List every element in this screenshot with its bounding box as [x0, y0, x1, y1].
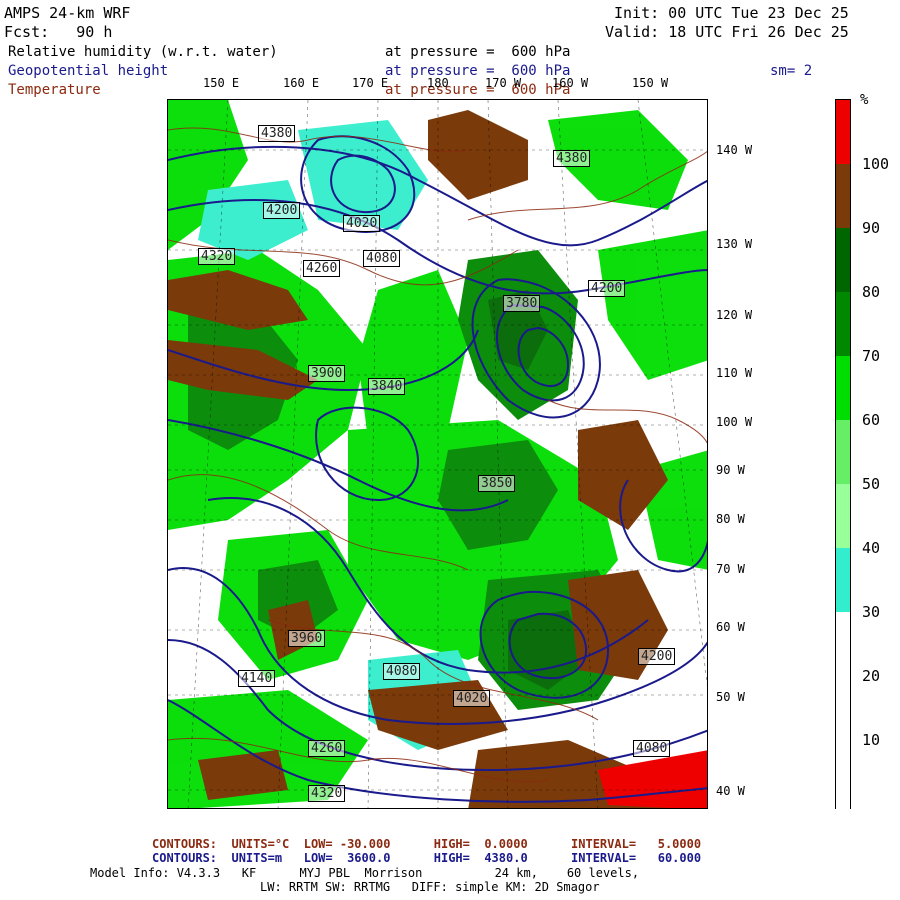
valid-time: Valid: 18 UTC Fri 26 Dec 25 [605, 23, 849, 41]
lon-label-right: 110 W [716, 366, 753, 380]
colorbar-unit: % [860, 92, 869, 108]
height-label: 4200 [588, 280, 626, 297]
map-fields [168, 100, 707, 808]
lon-label-top: 160 E [283, 76, 320, 90]
height-label: 4380 [258, 125, 296, 142]
colorbar-segment [836, 100, 850, 164]
lon-label-right: 100 W [716, 415, 753, 429]
colorbar-label: 100 [862, 155, 890, 173]
lon-label-right: 120 W [716, 308, 753, 322]
lon-label-right: 60 W [716, 620, 745, 634]
lon-label-top: 150 W [632, 76, 669, 90]
height-label: 3960 [288, 630, 326, 647]
field-rh-level: at pressure = 600 hPa [385, 44, 571, 60]
height-label: 4260 [303, 260, 341, 277]
colorbar [835, 99, 851, 810]
colorbar-label: 20 [862, 667, 881, 685]
field-temp-name: Temperature [8, 82, 101, 98]
colorbar-label: 30 [862, 603, 881, 621]
colorbar-label: 50 [862, 475, 881, 493]
rh-region [598, 230, 707, 380]
height-label: 3780 [503, 295, 541, 312]
height-label: 3900 [308, 365, 346, 382]
init-time: Init: 00 UTC Tue 23 Dec 25 [614, 4, 849, 22]
colorbar-label: 40 [862, 539, 881, 557]
lon-label-right: 80 W [716, 512, 745, 526]
colorbar-segment [836, 292, 850, 356]
height-label: 3850 [478, 475, 516, 492]
height-label: 4320 [198, 248, 236, 265]
height-label: 4200 [263, 202, 301, 219]
footer-height-contours: CONTOURS: UNITS=m LOW= 3600.0 HIGH= 4380… [152, 851, 702, 865]
lon-label-right: 40 W [716, 784, 745, 798]
height-label: 3840 [368, 378, 406, 395]
colorbar-segment [836, 612, 850, 810]
lon-label-top: 160 W [552, 76, 589, 90]
lon-label-top: 150 E [203, 76, 240, 90]
colorbar-segment [836, 484, 850, 548]
model-title: AMPS 24-km WRF [4, 4, 131, 22]
height-label: 4200 [638, 648, 676, 665]
rh-region [428, 110, 528, 200]
lon-label-top: 180 [427, 76, 449, 90]
height-label: 4380 [553, 150, 591, 167]
lon-label-right: 90 W [716, 463, 745, 477]
height-label: 4320 [308, 785, 346, 802]
footer-physics: LW: RRTM SW: RRTMG DIFF: simple KM: 2D S… [260, 880, 600, 894]
height-label: 4080 [633, 740, 671, 757]
colorbar-segment [836, 228, 850, 292]
colorbar-label: 60 [862, 411, 881, 429]
colorbar-segment [836, 548, 850, 612]
colorbar-label: 10 [862, 731, 881, 749]
lon-label-right: 70 W [716, 562, 745, 576]
colorbar-label: 80 [862, 283, 881, 301]
lon-label-top: 170 W [485, 76, 522, 90]
colorbar-segment [836, 164, 850, 228]
lon-label-right: 130 W [716, 237, 753, 251]
lon-label-right: 50 W [716, 690, 745, 704]
height-label: 4080 [363, 250, 401, 267]
smoothing-label: sm= 2 [770, 63, 813, 79]
field-temp-level: at pressure = 600 hPa [385, 82, 571, 98]
height-label: 4020 [453, 690, 491, 707]
field-height-name: Geopotential height [8, 63, 169, 79]
height-label: 4020 [343, 215, 381, 232]
height-label: 4080 [383, 663, 421, 680]
field-rh-name: Relative humidity (w.r.t. water) [8, 44, 278, 60]
height-label: 4260 [308, 740, 346, 757]
colorbar-segment [836, 420, 850, 484]
colorbar-label: 70 [862, 347, 881, 365]
lon-label-top: 170 E [352, 76, 389, 90]
footer-model-info: Model Info: V4.3.3 KF MYJ PBL Morrison 2… [90, 866, 640, 880]
map-panel: 4380 4320 4260 4200 4080 4020 3840 3780 … [167, 99, 708, 809]
colorbar-segment [836, 356, 850, 420]
height-label: 4140 [238, 670, 276, 687]
lon-label-right: 140 W [716, 143, 753, 157]
field-height-level: at pressure = 600 hPa [385, 63, 571, 79]
colorbar-label: 90 [862, 219, 881, 237]
footer-temp-contours: CONTOURS: UNITS=°C LOW= -30.000 HIGH= 0.… [152, 837, 702, 851]
forecast-hour: Fcst: 90 h [4, 23, 113, 41]
